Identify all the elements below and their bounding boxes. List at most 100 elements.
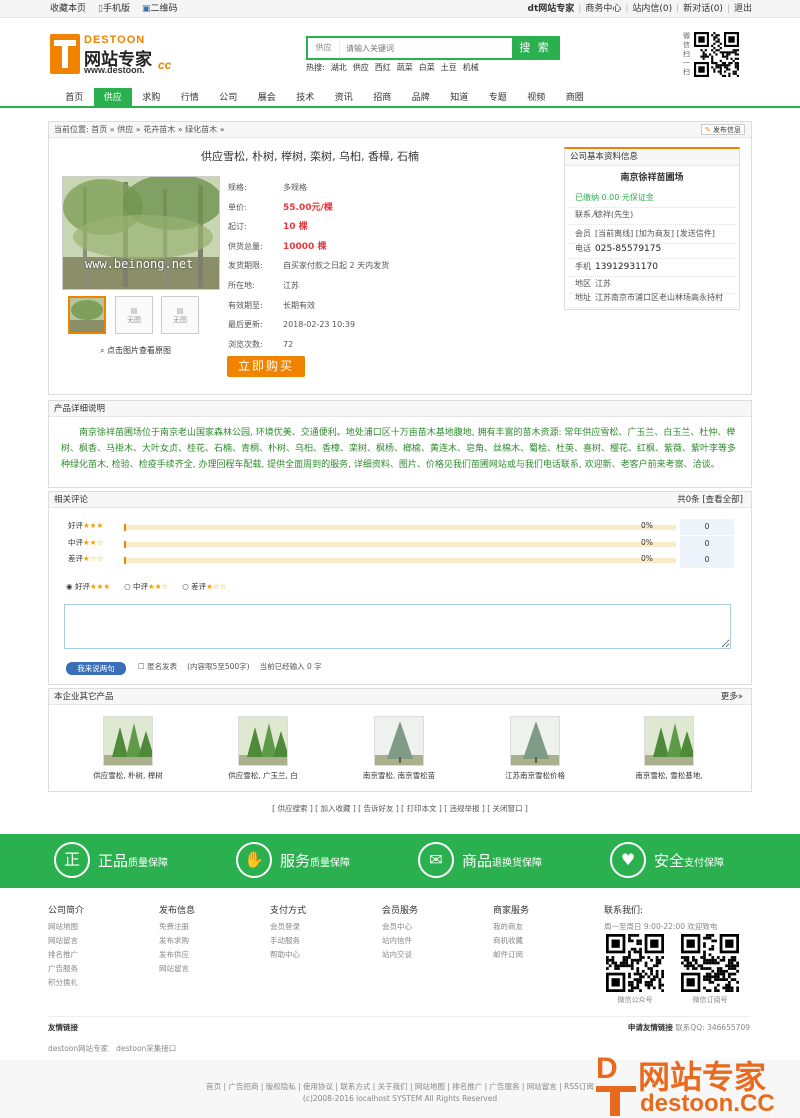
footer-column-heading: 商家服务 <box>493 906 530 916</box>
footer-link[interactable]: 网站留言 <box>48 934 84 948</box>
mobile-link[interactable]: ▯手机版 <box>98 4 130 16</box>
footer-link[interactable]: 邮件订阅 <box>493 948 529 962</box>
business-center-link[interactable]: 商务中心 <box>585 4 621 16</box>
other-product[interactable]: 南京雪松, 南京雪松苗 <box>344 716 454 781</box>
nav-item[interactable]: 供应 <box>93 88 132 108</box>
guarantee-item: ✋ 服务质量保障 <box>236 842 396 880</box>
other-product-name[interactable]: 江苏南京雪松价格 <box>480 771 590 781</box>
buy-now-button[interactable]: 立即购买 <box>227 356 305 377</box>
company-row-value: 江苏南京市浦口区老山林场高永持村 <box>595 293 723 302</box>
watermark-d: D <box>596 1052 618 1085</box>
company-name[interactable]: 南京徐祥苗圃场 <box>565 173 739 185</box>
footer-column: 支付方式 会员登录 手动服务 帮助中心 <box>270 904 306 962</box>
footer-link[interactable]: 排名推广 <box>48 948 84 962</box>
footer-link[interactable]: 站内信件 <box>382 934 418 948</box>
hot-keyword[interactable]: 土豆 <box>441 63 457 73</box>
other-product-image[interactable] <box>103 716 153 766</box>
view-original-link[interactable]: ⌕ 点击图片查看原图 <box>100 346 171 356</box>
hot-keyword[interactable]: 湖北 <box>331 63 347 73</box>
username-link[interactable]: dt网站专家 <box>528 4 575 16</box>
other-product-name[interactable]: 南京雪松, 雪松基地, <box>614 771 724 781</box>
footer-link[interactable]: 手动服务 <box>270 934 306 948</box>
product-main-image[interactable]: www.beinong.net <box>62 176 220 290</box>
other-product-image[interactable] <box>510 716 560 766</box>
other-product-image[interactable] <box>238 716 288 766</box>
other-product-name[interactable]: 供应雪松, 朴树, 榉树 <box>73 771 183 781</box>
nav-item[interactable]: 知道 <box>440 88 479 108</box>
other-product-name[interactable]: 供应雪松, 广玉兰, 白 <box>208 771 318 781</box>
nav-item[interactable]: 求购 <box>132 88 171 108</box>
nav-item[interactable]: 技术 <box>286 88 325 108</box>
hot-keyword[interactable]: 蔬菜 <box>397 63 413 73</box>
view-all-comments-link[interactable]: 共0条 [查看全部] <box>677 492 743 508</box>
guarantee-icon: 正 <box>54 842 90 878</box>
other-product[interactable]: 供应雪松, 朴树, 榉树 <box>73 716 183 781</box>
footer-link[interactable]: 帮助中心 <box>270 948 306 962</box>
tree-photo <box>63 177 219 289</box>
search-button[interactable]: 搜 索 <box>512 38 558 58</box>
qrcode-link[interactable]: ▣二维码 <box>142 4 178 16</box>
comment-textarea[interactable] <box>64 604 731 649</box>
footer-link[interactable]: 会员登录 <box>270 920 306 934</box>
other-product[interactable]: 南京雪松, 雪松基地, <box>614 716 724 781</box>
logout-link[interactable]: 退出 <box>734 4 752 16</box>
footer-link[interactable]: 发布供应 <box>159 948 195 962</box>
hot-keyword[interactable]: 西红 <box>375 63 391 73</box>
hot-keyword[interactable]: 白菜 <box>419 63 435 73</box>
hot-keyword[interactable]: 供应 <box>353 63 369 73</box>
guarantee-item: ♥ 安全支付保障 <box>610 842 770 880</box>
nav-item[interactable]: 招商 <box>363 88 402 108</box>
submit-comment-button[interactable]: 我来说两句 <box>66 662 126 675</box>
search-category-select[interactable]: 供应 <box>308 38 340 58</box>
footer-link[interactable]: 积分换礼 <box>48 976 84 990</box>
footer-link[interactable]: 发布求购 <box>159 934 195 948</box>
nav-item[interactable]: 首页 <box>55 88 94 108</box>
friend-link[interactable]: destoon网站专家 <box>48 1044 108 1054</box>
other-product[interactable]: 供应雪松, 广玉兰, 白 <box>208 716 318 781</box>
rating-radio[interactable]: ○ 差评★☆☆ <box>182 582 226 592</box>
footer-link[interactable]: 网站地图 <box>48 920 84 934</box>
nav-item[interactable]: 资讯 <box>325 88 364 108</box>
product-thumb-1[interactable] <box>68 296 106 334</box>
footer-link[interactable]: 站内交谈 <box>382 948 418 962</box>
footer-column-heading: 发布信息 <box>159 906 196 916</box>
rating-percent: 0% <box>641 537 653 547</box>
nav-item[interactable]: 视频 <box>517 88 556 108</box>
search-input[interactable] <box>340 38 512 58</box>
chat-link[interactable]: 新对话(0) <box>683 4 723 16</box>
site-logo[interactable]: DESTOON 网站专家 www.destoon. cc <box>50 34 176 76</box>
publish-button[interactable]: ✎ 发布信息 <box>700 124 745 135</box>
nav-item[interactable]: 商圈 <box>556 88 595 108</box>
action-links[interactable]: [ 供应搜索 ] [ 加入收藏 ] [ 告诉好友 ] [ 打印本文 ] [ 违规… <box>0 804 800 814</box>
footer-divider <box>48 1016 750 1017</box>
rating-radio[interactable]: ◉ 好评★★★ <box>66 582 110 592</box>
other-product-name[interactable]: 南京雪松, 南京雪松苗 <box>344 771 454 781</box>
product-thumb-2[interactable]: ▤ 无图 <box>115 296 153 334</box>
footer-link[interactable]: 我的商友 <box>493 920 529 934</box>
footer-link[interactable]: 网站留言 <box>159 962 195 976</box>
nav-item[interactable]: 专题 <box>479 88 518 108</box>
inbox-link[interactable]: 站内信(0) <box>632 4 672 16</box>
bookmark-link[interactable]: 收藏本页 <box>50 4 86 16</box>
nav-item[interactable]: 公司 <box>209 88 248 108</box>
footer-link[interactable]: 商机收藏 <box>493 934 529 948</box>
more-link[interactable]: 更多» <box>721 689 743 705</box>
company-row: 地址 江苏南京市浦口区老山林场高永持村 <box>570 293 736 308</box>
friend-link[interactable]: destoon采集接口 <box>116 1044 176 1054</box>
rating-radio[interactable]: ○ 中评★★☆ <box>124 582 168 592</box>
company-row-label: 会员 <box>575 229 591 238</box>
anonymous-option[interactable]: ☐ 匿名发表 <box>138 662 177 672</box>
apply-friend-link[interactable]: 申请友情链接 <box>628 1023 673 1032</box>
footer-link[interactable]: 会员中心 <box>382 920 418 934</box>
other-product[interactable]: 江苏南京雪松价格 <box>480 716 590 781</box>
hot-keyword[interactable]: 机械 <box>463 63 479 73</box>
nav-item[interactable]: 行情 <box>171 88 210 108</box>
other-product-image[interactable] <box>374 716 424 766</box>
footer-link[interactable]: 免费注册 <box>159 920 195 934</box>
nav-item[interactable]: 展会 <box>248 88 287 108</box>
other-product-image[interactable] <box>644 716 694 766</box>
nav-item[interactable]: 品牌 <box>402 88 441 108</box>
product-thumb-3[interactable]: ▤ 无图 <box>161 296 199 334</box>
company-row-value[interactable]: [当前离线] [加为商友] [发送信件] <box>595 229 715 239</box>
footer-link[interactable]: 广告服务 <box>48 962 84 976</box>
